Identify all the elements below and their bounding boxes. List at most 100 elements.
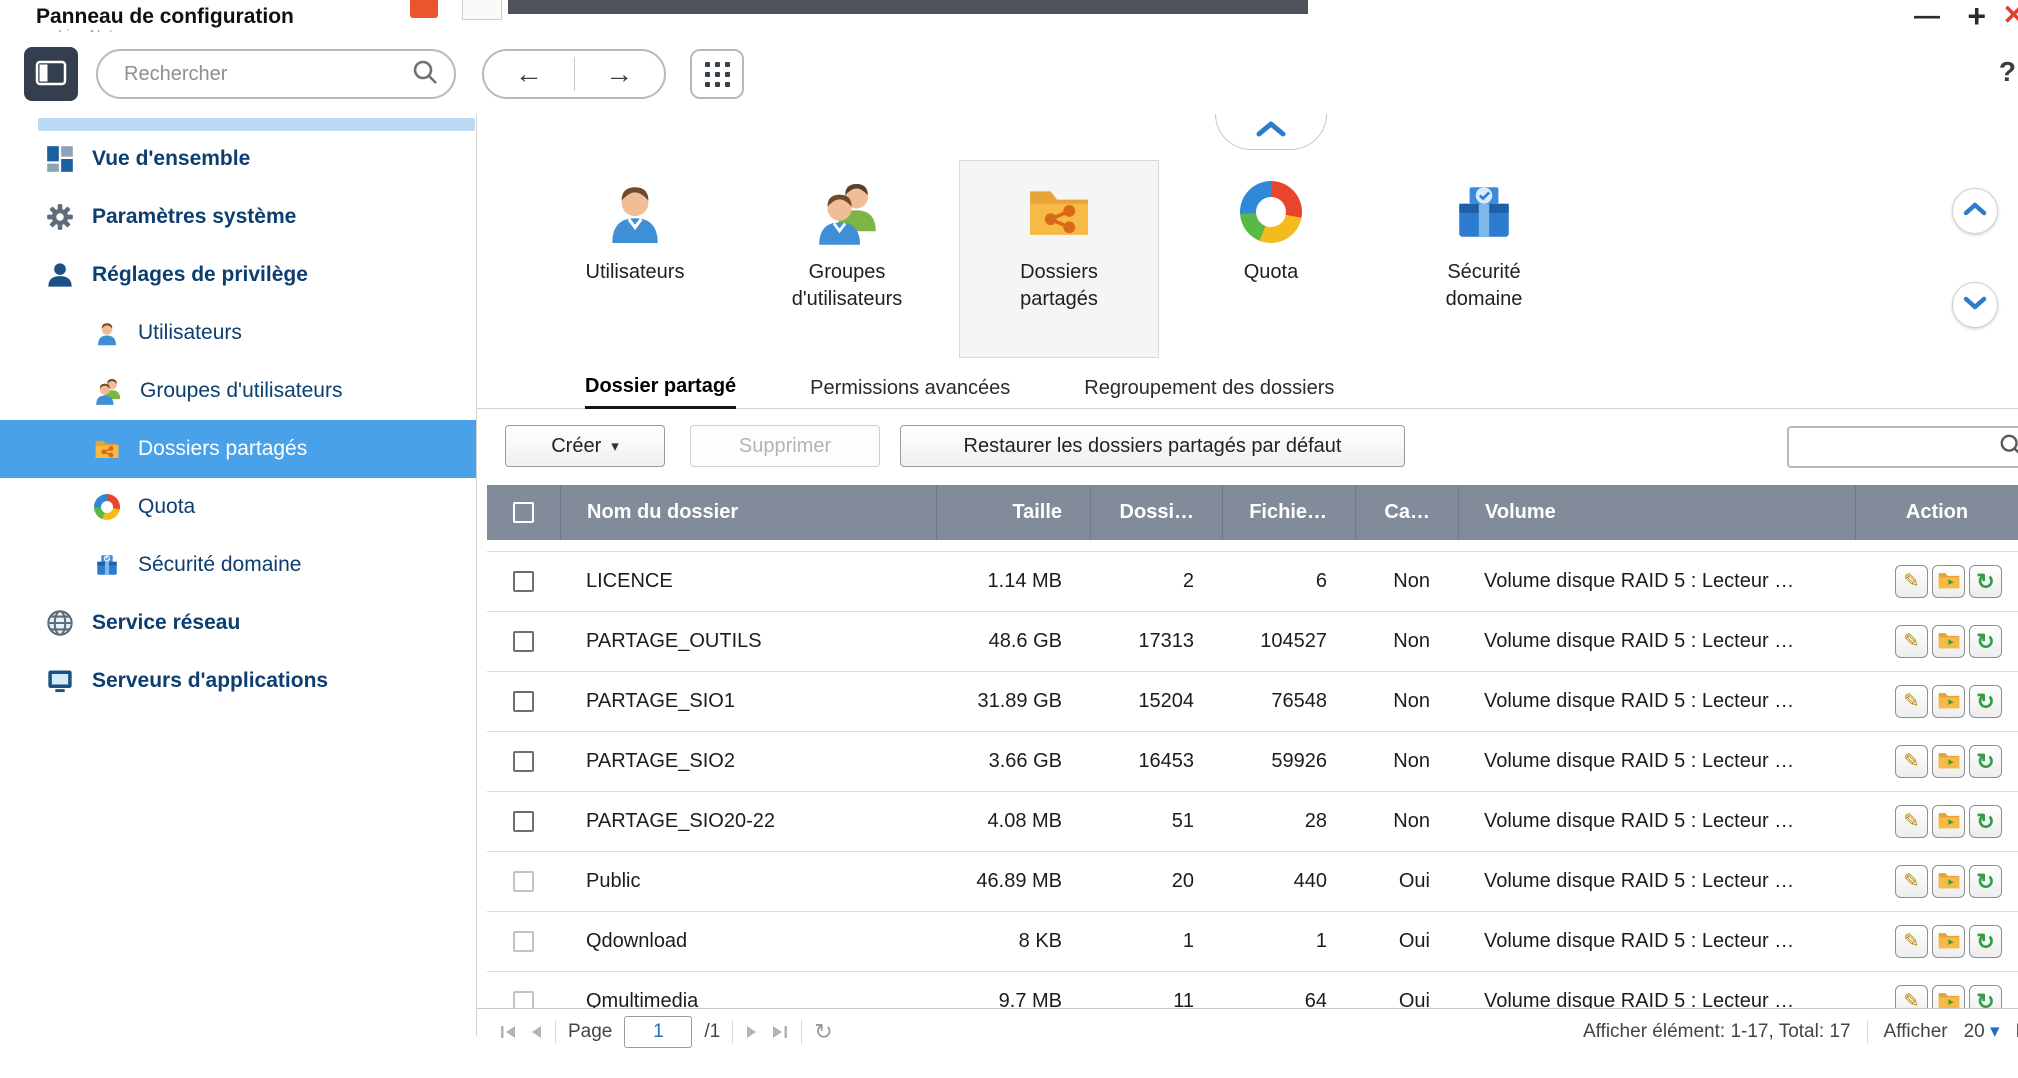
tab-bar: Dossier partagé Permissions avancées Reg…: [477, 373, 2018, 409]
sidebar-item-user-groups[interactable]: Groupes d'utilisateurs: [0, 362, 476, 420]
edit-icon: ✎: [1904, 692, 1920, 711]
share-folder-button[interactable]: [1932, 745, 1965, 778]
edit-button[interactable]: ✎: [1895, 925, 1928, 958]
edit-button[interactable]: ✎: [1895, 565, 1928, 598]
forward-arrow-icon: →: [605, 58, 633, 90]
share-folder-button[interactable]: [1932, 565, 1965, 598]
sidebar-item-overview[interactable]: Vue d'ensemble: [0, 130, 476, 188]
pagination-last-button[interactable]: [771, 1024, 789, 1040]
tab-advanced-permissions[interactable]: Permissions avancées: [810, 377, 1010, 408]
create-button[interactable]: Créer ▾: [505, 425, 665, 467]
share-folder-button[interactable]: [1932, 925, 1965, 958]
table-body: LICENCE 1.14 MB 2 6 Non Volume disque RA…: [487, 540, 2018, 1036]
user-icon: [602, 177, 668, 247]
sidebar-item-network-service[interactable]: Service réseau: [0, 594, 476, 652]
display-count-select[interactable]: 20 ▾: [1964, 1020, 2000, 1043]
edit-button[interactable]: ✎: [1895, 865, 1928, 898]
sidebar-item-label: Vue d'ensemble: [92, 147, 250, 171]
refresh-button[interactable]: ↻: [1969, 625, 2002, 658]
folder-search: [1787, 426, 2018, 468]
pagination-prev-button[interactable]: [529, 1024, 543, 1040]
sidebar-toggle-button[interactable]: [24, 47, 78, 101]
edit-button[interactable]: ✎: [1895, 745, 1928, 778]
sidebar-item-label: Réglages de privilège: [92, 263, 308, 287]
window-titlebar: Panneau de configuration — + ✕: [0, 0, 2018, 32]
ribbon-item-shared-folders[interactable]: Dossiers partagés: [959, 160, 1159, 358]
volume-cell: Volume disque RAID 5 : Lecteur …: [1458, 750, 1855, 773]
close-icon[interactable]: ✕: [2002, 0, 2018, 31]
sidebar-item-shared-folders[interactable]: Dossiers partagés: [0, 420, 476, 478]
refresh-list-icon[interactable]: ↻: [814, 1019, 832, 1045]
search-icon[interactable]: [412, 59, 438, 90]
delete-button[interactable]: Supprimer: [690, 425, 880, 467]
ribbon-item-users[interactable]: Utilisateurs: [535, 160, 735, 358]
back-button[interactable]: ←: [484, 51, 574, 97]
edit-button[interactable]: ✎: [1895, 685, 1928, 718]
row-checkbox[interactable]: [513, 871, 534, 892]
volume-cell: Volume disque RAID 5 : Lecteur …: [1458, 810, 1855, 833]
refresh-button[interactable]: ↻: [1969, 805, 2002, 838]
row-checkbox[interactable]: [513, 751, 534, 772]
sidebar-item-users[interactable]: Utilisateurs: [0, 304, 476, 362]
help-button[interactable]: ?: [1999, 56, 2016, 88]
tab-shared-folder[interactable]: Dossier partagé: [585, 375, 736, 409]
refresh-icon: ↻: [1976, 691, 1994, 713]
share-folder-button[interactable]: [1932, 865, 1965, 898]
row-checkbox[interactable]: [513, 631, 534, 652]
size-cell: 46.89 MB: [936, 870, 1090, 893]
volume-cell: Volume disque RAID 5 : Lecteur …: [1458, 630, 1855, 653]
files-count-cell: 104527: [1222, 630, 1355, 653]
sidebar-item-privilege-settings[interactable]: Réglages de privilège: [0, 246, 476, 304]
select-all-checkbox[interactable]: [513, 502, 534, 523]
column-folder-name[interactable]: Nom du dossier: [560, 485, 936, 540]
minimize-icon[interactable]: —: [1914, 0, 1940, 31]
pagination-first-button[interactable]: [499, 1024, 517, 1040]
files-count-cell: 28: [1222, 810, 1355, 833]
scrolled-row-fragment: [487, 540, 2018, 552]
refresh-button[interactable]: ↻: [1969, 565, 2002, 598]
forward-button[interactable]: →: [575, 51, 665, 97]
column-cache[interactable]: Ca…: [1355, 485, 1458, 540]
refresh-button[interactable]: ↻: [1969, 925, 2002, 958]
edit-button[interactable]: ✎: [1895, 805, 1928, 838]
share-folder-button[interactable]: [1932, 685, 1965, 718]
ribbon-item-domain-security[interactable]: Sécurité domaine: [1384, 160, 1584, 358]
row-checkbox[interactable]: [513, 691, 534, 712]
ribbon-scroll-down-button[interactable]: [1952, 282, 1998, 328]
pagination-next-button[interactable]: [745, 1024, 759, 1040]
page-input[interactable]: [624, 1016, 692, 1048]
row-checkbox[interactable]: [513, 811, 534, 832]
tab-folder-aggregation[interactable]: Regroupement des dossiers: [1084, 377, 1334, 408]
quota-donut-icon: [1240, 177, 1302, 247]
share-folder-button[interactable]: [1932, 625, 1965, 658]
sidebar-item-quota[interactable]: Quota: [0, 478, 476, 536]
refresh-button[interactable]: ↻: [1969, 745, 2002, 778]
share-folder-button[interactable]: [1932, 805, 1965, 838]
row-checkbox[interactable]: [513, 571, 534, 592]
column-folders[interactable]: Dossi…: [1090, 485, 1222, 540]
chevron-up-icon: [1962, 201, 1988, 222]
refresh-button[interactable]: ↻: [1969, 685, 2002, 718]
ribbon-item-quota[interactable]: Quota: [1171, 160, 1371, 358]
ribbon-scroll-up-button[interactable]: [1952, 188, 1998, 234]
search-input[interactable]: [98, 63, 383, 86]
edit-button[interactable]: ✎: [1895, 625, 1928, 658]
sidebar-item-system-settings[interactable]: Paramètres système: [0, 188, 476, 246]
cache-cell: Non: [1355, 630, 1458, 653]
refresh-button[interactable]: ↻: [1969, 865, 2002, 898]
column-volume[interactable]: Volume: [1458, 485, 1855, 540]
sidebar-item-domain-security[interactable]: Sécurité domaine: [0, 536, 476, 594]
restore-defaults-button[interactable]: Restaurer les dossiers partagés par défa…: [900, 425, 1405, 467]
column-files[interactable]: Fichie…: [1222, 485, 1355, 540]
maximize-icon[interactable]: +: [1967, 0, 1986, 35]
column-size[interactable]: Taille: [936, 485, 1090, 540]
folder-search-input[interactable]: [1789, 436, 1979, 458]
files-count-cell: 59926: [1222, 750, 1355, 773]
apps-grid-button[interactable]: [690, 49, 744, 99]
collapse-ribbon-button[interactable]: [1215, 114, 1327, 150]
actions-toolbar: Créer ▾ Supprimer Restaurer les dossiers…: [477, 425, 2018, 469]
row-checkbox[interactable]: [513, 931, 534, 952]
ribbon-item-user-groups[interactable]: Groupes d'utilisateurs: [747, 160, 947, 358]
sidebar-item-application-servers[interactable]: Serveurs d'applications: [0, 652, 476, 710]
search-icon[interactable]: [1999, 433, 2018, 462]
